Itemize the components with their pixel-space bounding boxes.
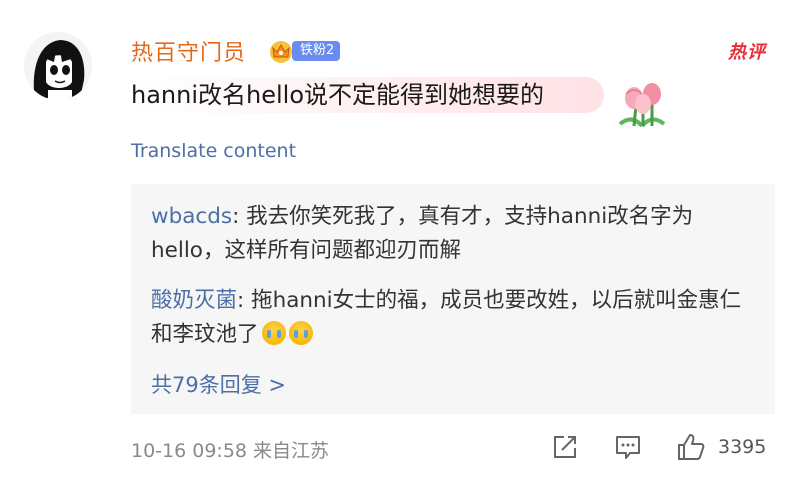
avatar[interactable]: [24, 32, 92, 100]
share-icon[interactable]: [550, 432, 580, 462]
reply-item[interactable]: 酸奶灭菌: 拖hanni女士的福，成员也要改姓，以后就叫金惠仁和李玟池了: [151, 284, 751, 352]
username[interactable]: 热百守门员: [131, 35, 246, 67]
like-count: 3395: [718, 436, 767, 458]
flower-icon: [618, 83, 666, 128]
fan-badge[interactable]: 铁粉2: [266, 38, 341, 64]
reply-username[interactable]: wbacds: [151, 204, 232, 229]
badge-label: 铁粉2: [292, 41, 341, 61]
reply-username[interactable]: 酸奶灭菌: [151, 288, 237, 313]
crying-emoji-icon: [288, 321, 313, 345]
hot-comment-tag: 热评: [728, 42, 766, 63]
view-all-replies-link[interactable]: 共79条回复 >: [151, 369, 286, 399]
crying-emoji-icon: [261, 321, 286, 345]
comment-timestamp: 10-16 09:58 来自江苏: [131, 440, 330, 462]
reply-preview-box[interactable]: wbacds: 我去你笑死我了，真有才，支持hanni改名字为hello，这样所…: [131, 184, 775, 414]
comment-icon[interactable]: [613, 432, 643, 462]
like-icon[interactable]: [676, 432, 706, 462]
reply-item[interactable]: wbacds: 我去你笑死我了，真有才，支持hanni改名字为hello，这样所…: [151, 200, 751, 268]
comment-text: hanni改名hello说不定能得到她想要的: [131, 77, 605, 113]
translate-link[interactable]: Translate content: [131, 140, 296, 162]
